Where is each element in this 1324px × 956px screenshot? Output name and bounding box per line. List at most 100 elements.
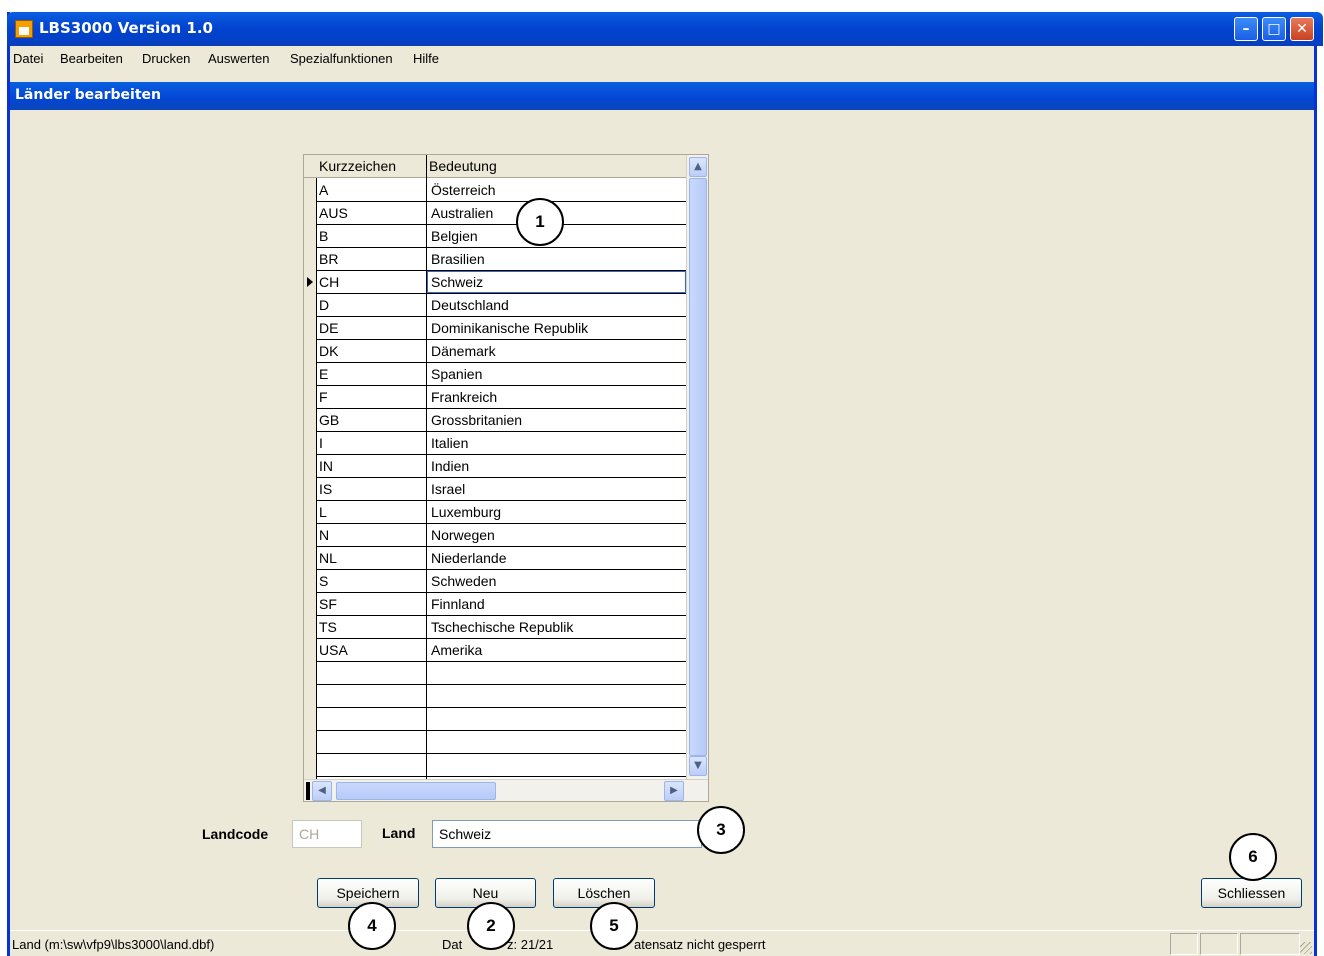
cell-bedeutung[interactable]: Brasilien xyxy=(431,251,485,267)
row-selector-column[interactable] xyxy=(304,155,317,779)
table-row[interactable]: S Schweden xyxy=(317,570,686,593)
cell-kurzzeichen[interactable]: D xyxy=(319,297,329,313)
scroll-left-icon[interactable]: ◀ xyxy=(312,781,332,801)
table-row[interactable]: SF Finnland xyxy=(317,593,686,616)
cell-kurzzeichen[interactable]: SF xyxy=(319,596,337,612)
menu-auswerten[interactable]: Auswerten xyxy=(208,51,269,66)
title-bar[interactable]: LBS3000 Version 1.0 – □ ✕ xyxy=(7,12,1323,46)
cell-bedeutung[interactable]: Dänemark xyxy=(431,343,496,359)
cell-bedeutung[interactable]: Indien xyxy=(431,458,469,474)
menu-bearbeiten[interactable]: Bearbeiten xyxy=(60,51,123,66)
scroll-down-icon[interactable]: ▼ xyxy=(689,756,707,776)
scroll-up-icon[interactable]: ▲ xyxy=(689,157,707,177)
table-row[interactable]: B Belgien xyxy=(317,225,686,248)
selected-cell[interactable] xyxy=(427,271,686,293)
table-row[interactable]: D Deutschland xyxy=(317,294,686,317)
cell-bedeutung[interactable]: Italien xyxy=(431,435,468,451)
table-row[interactable] xyxy=(317,731,686,754)
table-row[interactable]: TS Tschechische Republik xyxy=(317,616,686,639)
cell-kurzzeichen[interactable]: F xyxy=(319,389,328,405)
table-row[interactable] xyxy=(317,685,686,708)
close-button-label: Schliessen xyxy=(1217,885,1286,901)
header-kurzzeichen[interactable]: Kurzzeichen xyxy=(319,158,396,174)
table-row[interactable]: NL Niederlande xyxy=(317,547,686,570)
cell-kurzzeichen[interactable]: IS xyxy=(319,481,332,497)
vertical-scroll-thumb[interactable] xyxy=(689,178,707,756)
table-row[interactable]: DE Dominikanische Republik xyxy=(317,317,686,340)
menu-datei[interactable]: Datei xyxy=(13,51,43,66)
cell-bedeutung[interactable]: Amerika xyxy=(431,642,482,658)
cell-bedeutung[interactable]: Deutschland xyxy=(431,297,509,313)
cell-kurzzeichen[interactable]: N xyxy=(319,527,329,543)
table-row[interactable]: IN Indien xyxy=(317,455,686,478)
table-row[interactable]: USA Amerika xyxy=(317,639,686,662)
table-row[interactable]: A Österreich xyxy=(317,179,686,202)
minimize-icon[interactable]: – xyxy=(1234,17,1258,41)
horizontal-scrollbar[interactable]: ◀ ▶ xyxy=(304,779,708,801)
table-row[interactable]: AUS Australien xyxy=(317,202,686,225)
table-row[interactable]: N Norwegen xyxy=(317,524,686,547)
resize-grip-icon[interactable] xyxy=(1300,942,1312,954)
grid-header: Kurzzeichen Bedeutung xyxy=(304,155,686,178)
cell-kurzzeichen[interactable]: AUS xyxy=(319,205,348,221)
menu-spezialfunktionen[interactable]: Spezialfunktionen xyxy=(290,51,393,66)
cell-kurzzeichen[interactable]: BR xyxy=(319,251,338,267)
cell-bedeutung[interactable]: Schweden xyxy=(431,573,496,589)
cell-kurzzeichen[interactable]: B xyxy=(319,228,328,244)
close-button[interactable]: Schliessen xyxy=(1201,878,1302,908)
table-row[interactable]: I Italien xyxy=(317,432,686,455)
horizontal-scroll-thumb[interactable] xyxy=(336,782,496,800)
cell-bedeutung[interactable]: Niederlande xyxy=(431,550,507,566)
cell-kurzzeichen[interactable]: CH xyxy=(319,274,339,290)
cell-bedeutung[interactable]: Israel xyxy=(431,481,465,497)
table-row[interactable]: L Luxemburg xyxy=(317,501,686,524)
menu-hilfe[interactable]: Hilfe xyxy=(413,51,439,66)
cell-bedeutung[interactable]: Norwegen xyxy=(431,527,495,543)
cell-bedeutung[interactable]: Tschechische Republik xyxy=(431,619,573,635)
cell-kurzzeichen[interactable]: NL xyxy=(319,550,337,566)
table-row[interactable]: DK Dänemark xyxy=(317,340,686,363)
table-row[interactable]: BR Brasilien xyxy=(317,248,686,271)
callout-1: 1 xyxy=(516,198,564,246)
cell-kurzzeichen[interactable]: DK xyxy=(319,343,338,359)
status-lock: atensatz nicht gesperrt xyxy=(634,937,766,952)
land-label: Land xyxy=(382,825,416,841)
table-row[interactable]: IS Israel xyxy=(317,478,686,501)
cell-kurzzeichen[interactable]: TS xyxy=(319,619,337,635)
status-panel-2 xyxy=(1200,933,1238,955)
status-table-path: Land (m:\sw\vfp9\lbs3000\land.dbf) xyxy=(12,937,215,952)
vertical-scrollbar[interactable]: ▲ ▼ xyxy=(686,155,708,779)
cell-kurzzeichen[interactable]: USA xyxy=(319,642,348,658)
table-row[interactable]: GB Grossbritanien xyxy=(317,409,686,432)
close-icon[interactable]: ✕ xyxy=(1290,17,1314,41)
cell-bedeutung[interactable]: Frankreich xyxy=(431,389,497,405)
header-bedeutung[interactable]: Bedeutung xyxy=(429,158,497,174)
table-row[interactable]: F Frankreich xyxy=(317,386,686,409)
cell-bedeutung[interactable]: Grossbritanien xyxy=(431,412,522,428)
table-row[interactable] xyxy=(317,662,686,685)
cell-bedeutung[interactable]: Finnland xyxy=(431,596,485,612)
form-title: Länder bearbeiten xyxy=(15,87,161,103)
cell-kurzzeichen[interactable]: E xyxy=(319,366,328,382)
cell-kurzzeichen[interactable]: GB xyxy=(319,412,339,428)
countries-grid[interactable]: Kurzzeichen Bedeutung A Österreich AUS Aust… xyxy=(303,154,709,802)
cell-bedeutung[interactable]: Spanien xyxy=(431,366,482,382)
cell-kurzzeichen[interactable]: DE xyxy=(319,320,338,336)
cell-bedeutung[interactable]: Österreich xyxy=(431,182,496,198)
cell-bedeutung[interactable]: Luxemburg xyxy=(431,504,501,520)
table-row[interactable]: E Spanien xyxy=(317,363,686,386)
land-field[interactable]: Schweiz xyxy=(432,820,702,848)
cell-kurzzeichen[interactable]: L xyxy=(319,504,327,520)
cell-kurzzeichen[interactable]: A xyxy=(319,182,328,198)
cell-kurzzeichen[interactable]: I xyxy=(319,435,323,451)
cell-bedeutung[interactable]: Belgien xyxy=(431,228,478,244)
cell-kurzzeichen[interactable]: IN xyxy=(319,458,333,474)
menu-drucken[interactable]: Drucken xyxy=(142,51,190,66)
cell-bedeutung[interactable]: Australien xyxy=(431,205,493,221)
cell-kurzzeichen[interactable]: S xyxy=(319,573,328,589)
cell-bedeutung[interactable]: Dominikanische Republik xyxy=(431,320,588,336)
table-row[interactable] xyxy=(317,708,686,731)
table-row[interactable] xyxy=(317,754,686,777)
maximize-icon[interactable]: □ xyxy=(1262,17,1286,41)
scroll-right-icon[interactable]: ▶ xyxy=(664,781,684,801)
